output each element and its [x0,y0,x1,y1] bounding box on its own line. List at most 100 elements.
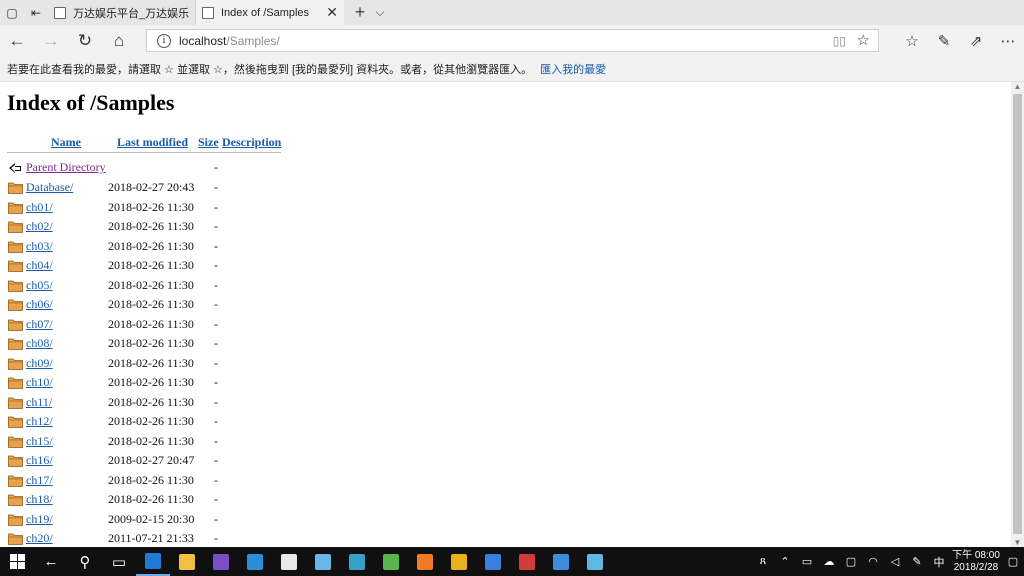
home-button[interactable]: ⌂ [102,25,136,57]
ime-indicator[interactable]: 中 [928,554,950,570]
app-cyan-icon[interactable] [578,547,612,576]
favorite-star-icon[interactable]: ☆ [857,31,870,49]
people-icon[interactable]: ጸ [752,555,774,568]
favorites-hub-button[interactable]: ☆ [896,25,928,57]
last-modified-cell: 2018-02-26 11:30 [108,355,194,370]
page-icon [202,6,214,19]
directory-link[interactable]: ch03/ [26,239,53,254]
show-hidden-icons-chevron-icon[interactable]: ⌃ [774,555,796,568]
last-modified-cell: 2018-02-26 11:30 [108,258,194,272]
vertical-scrollbar[interactable]: ▲ ▼ [1011,82,1024,547]
directory-link[interactable]: ch07/ [26,317,53,332]
chrome-doc-icon[interactable] [272,547,306,576]
directory-link[interactable]: Database/ [26,180,73,195]
close-tab-icon[interactable]: ✕ [326,4,338,21]
last-modified-cell: 2018-02-26 11:30 [108,433,194,448]
app-glyph [519,553,535,570]
edge-icon[interactable] [136,547,170,576]
folder-icon [8,475,23,487]
volume-icon[interactable]: ◁ [884,555,906,568]
column-header-last-modified[interactable]: Last modified [117,135,188,150]
battery-icon[interactable]: ▭ [796,555,818,568]
directory-link[interactable]: ch06/ [26,297,53,312]
directory-link[interactable]: ch05/ [26,278,53,293]
directory-link[interactable]: ch12/ [26,414,53,429]
app-glyph [281,553,297,570]
parent-directory-link[interactable]: Parent Directory [26,160,106,175]
size-cell: - [214,199,218,214]
directory-link[interactable]: ch09/ [26,356,53,371]
app-green-icon[interactable] [374,547,408,576]
forward-button[interactable]: → [34,25,68,57]
scroll-up-icon[interactable]: ▲ [1011,82,1024,91]
pen-icon[interactable]: ✎ [906,555,928,568]
parent-directory-row: Parent Directory - [0,158,300,177]
import-favorites-link[interactable]: 匯入我的最愛 [540,61,606,77]
wifi-icon[interactable]: ◠ [862,555,884,568]
desktop-icon[interactable]: ▢ [840,555,862,568]
folder-icon [8,455,23,467]
scroll-down-icon[interactable]: ▼ [1011,538,1024,547]
scrollbar-thumb[interactable] [1013,94,1022,534]
directory-link[interactable]: ch20/ [26,531,53,546]
task-view-icon[interactable]: ▭ [102,547,136,576]
size-cell: - [214,238,218,253]
search-icon[interactable]: ⚲ [68,547,102,576]
directory-link[interactable]: ch15/ [26,434,53,449]
visual-studio-icon[interactable] [204,547,238,576]
new-tab-button[interactable]: + [350,2,370,23]
column-header-name[interactable]: Name [51,135,81,150]
directory-link[interactable]: ch17/ [26,473,53,488]
more-menu-button[interactable]: ⋯ [992,25,1024,57]
directory-link[interactable]: ch10/ [26,375,53,390]
chrome-blue-icon[interactable] [476,547,510,576]
calendar-icon[interactable] [544,547,578,576]
site-info-icon[interactable]: i [157,33,171,48]
tab-1[interactable]: Index of /Samples ✕ [196,0,344,25]
size-cell: - [214,180,218,194]
clock[interactable]: 下午 08:00 2018/2/28 [950,550,1002,574]
action-center-icon[interactable]: ▢ [1002,555,1024,568]
xampp-icon[interactable] [408,547,442,576]
size-cell: - [214,336,218,350]
notepad-icon[interactable] [306,547,340,576]
directory-link[interactable]: ch11/ [26,395,52,410]
app-glyph [349,553,365,570]
directory-row: ch01/2018-02-26 11:30 - [0,198,300,217]
app-red-icon[interactable] [510,547,544,576]
column-header-description[interactable]: Description [222,135,281,150]
tab-list-chevron-icon[interactable]: ⌵ [370,5,390,20]
share-button[interactable]: ⇗ [960,25,992,57]
directory-row: ch19/2009-02-15 20:30 - [0,510,300,529]
address-bar[interactable]: i localhost/Samples/ ▯▯ ☆ [146,29,879,52]
directory-link[interactable]: ch16/ [26,453,53,468]
app-teal-icon[interactable] [340,547,374,576]
reading-view-icon[interactable]: ▯▯ [833,34,846,48]
task-view-back-icon[interactable]: ← [34,547,68,576]
directory-row: ch09/2018-02-26 11:30 - [0,354,300,373]
directory-link[interactable]: ch01/ [26,200,53,215]
chrome-icon[interactable] [442,547,476,576]
web-note-button[interactable]: ✎ [928,25,960,57]
size-cell: - [214,433,218,448]
tab-0[interactable]: 万达娱乐平台_万达娱乐平台 [48,0,196,25]
favorites-bar-message: 若要在此查看我的最愛，請選取 ☆ 並選取 ☆，然後拖曳到 [我的最愛列] 資料夾… [7,64,533,76]
folder-icon [8,397,23,409]
directory-link[interactable]: ch08/ [26,336,53,351]
file-explorer-icon[interactable] [170,547,204,576]
folder-icon [8,377,23,389]
tab-preview-button[interactable]: ▢ [0,1,24,25]
directory-link[interactable]: ch19/ [26,512,53,527]
back-button[interactable]: ← [0,25,34,57]
app-blue-icon[interactable] [238,547,272,576]
directory-link[interactable]: ch02/ [26,219,53,234]
directory-link[interactable]: ch18/ [26,492,53,507]
start-windows-icon[interactable] [0,547,34,576]
refresh-button[interactable]: ↻ [68,25,102,57]
onedrive-cloud-icon[interactable]: ☁ [818,555,840,568]
column-header-size[interactable]: Size [198,135,219,150]
size-cell: - [214,219,218,233]
directory-row: Database/2018-02-27 20:43 - [0,178,300,197]
directory-link[interactable]: ch04/ [26,258,53,273]
set-tabs-aside-button[interactable]: ⇤ [24,1,48,25]
